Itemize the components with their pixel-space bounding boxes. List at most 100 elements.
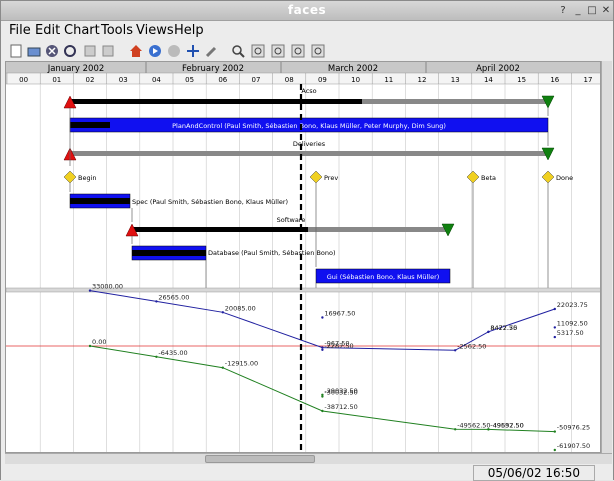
series-point	[454, 428, 457, 431]
gantt-vertical-scrollbar[interactable]	[601, 61, 612, 289]
milestone-done[interactable]	[541, 170, 555, 184]
week-label: 01	[52, 76, 61, 84]
milestone-beta[interactable]	[466, 170, 480, 184]
maximize-button[interactable]: □	[585, 4, 599, 17]
series-point	[553, 430, 556, 433]
zoom-fit-icon	[251, 44, 265, 58]
zoom-out-button[interactable]	[289, 42, 307, 60]
week-label: 12	[418, 76, 427, 84]
label-spec: Spec (Paul Smith, Sébastien Bono, Klaus …	[132, 198, 288, 206]
week-label: 16	[550, 76, 559, 84]
forward-icon	[149, 45, 161, 57]
save-button[interactable]	[81, 42, 99, 60]
milestone-begin[interactable]	[63, 170, 77, 184]
series-point	[321, 316, 324, 319]
series-point	[155, 300, 158, 303]
series-point	[487, 330, 490, 333]
toolbar	[1, 41, 613, 61]
close-button[interactable]	[43, 42, 61, 60]
app-window: faces ? _ □ ✕ File Edit Chart Tools View…	[0, 0, 614, 481]
bar-deliveries[interactable]	[70, 151, 548, 156]
forward-button[interactable]	[146, 42, 164, 60]
zoom-icon	[232, 45, 245, 58]
menu-views[interactable]: Views	[136, 23, 174, 38]
data-label: 8477.75	[490, 324, 517, 332]
series-point	[553, 335, 556, 339]
data-label: -50976.25	[557, 424, 590, 432]
series-point	[454, 349, 457, 352]
bar-acso-progress	[70, 99, 362, 104]
menu-help[interactable]: Help	[174, 23, 204, 38]
month-jan: January 2002	[47, 64, 105, 74]
data-label: 22023.75	[557, 301, 588, 309]
label-plan-and-control: PlanAndControl (Paul Smith, Sébastien Bo…	[172, 122, 446, 130]
reload-icon	[64, 45, 76, 57]
reload-button[interactable]	[61, 42, 79, 60]
menu-tools[interactable]: Tools	[101, 23, 133, 38]
data-label: 16967.50	[324, 310, 355, 318]
data-label: -49562.50	[457, 421, 490, 429]
data-label: 11092.50	[557, 319, 588, 327]
zoom-fit-button[interactable]	[249, 42, 267, 60]
month-header: January 2002 February 2002 March 2002 Ap…	[6, 62, 600, 85]
home-icon	[130, 45, 142, 57]
series-point	[221, 311, 224, 314]
series-point	[553, 307, 556, 311]
week-label: 02	[86, 76, 95, 84]
label-gui: Gui (Sébastien Bono, Klaus Müller)	[327, 273, 440, 281]
stop-button[interactable]	[165, 42, 183, 60]
zoom-out-icon	[291, 44, 305, 58]
label-beta: Beta	[481, 174, 496, 182]
menu-bar: File Edit Chart Tools Views Help	[1, 21, 613, 41]
title-bar: faces ? _ □ ✕	[1, 1, 613, 21]
zoom-in-icon	[271, 44, 285, 58]
data-label: 26565.00	[158, 293, 189, 301]
menu-chart[interactable]: Chart	[64, 23, 100, 38]
series-point	[155, 355, 158, 358]
close-icon	[46, 45, 58, 57]
series-point	[88, 289, 92, 292]
horizontal-scroll-thumb[interactable]	[205, 455, 315, 463]
series-line	[89, 345, 555, 433]
data-label: 0.00	[92, 338, 106, 346]
zoom-button[interactable]	[229, 42, 247, 60]
gantt-chart-canvas: January 2002 February 2002 March 2002 Ap…	[6, 62, 600, 452]
chart-area[interactable]: January 2002 February 2002 March 2002 Ap…	[5, 61, 601, 453]
help-window-button[interactable]: ?	[556, 4, 570, 17]
week-label: 17	[584, 76, 593, 84]
data-label: -49637.50	[490, 421, 523, 429]
data-label: -30032.50	[324, 389, 357, 397]
series-point	[553, 448, 556, 452]
month-feb: February 2002	[182, 64, 244, 74]
week-label: 00	[19, 76, 28, 84]
move-button[interactable]	[184, 42, 202, 60]
move-icon	[187, 45, 199, 57]
gantt-tasks: Acso PlanAndControl (Paul Smith, Sébasti…	[63, 87, 573, 290]
week-label: 11	[384, 76, 393, 84]
status-datetime: 05/06/02 16:50	[472, 465, 595, 481]
close-window-button[interactable]: ✕	[599, 4, 613, 17]
bar-database-progress	[132, 250, 206, 256]
menu-edit[interactable]: Edit	[35, 23, 60, 38]
bar-plan-and-control-progress	[70, 122, 110, 128]
zoom-in-button[interactable]	[269, 42, 287, 60]
open-button[interactable]	[25, 42, 43, 60]
home-button[interactable]	[127, 42, 145, 60]
menu-file[interactable]: File	[9, 23, 31, 38]
zoom-reset-button[interactable]	[309, 42, 327, 60]
series-point	[321, 395, 324, 398]
tool-button[interactable]	[203, 42, 221, 60]
horizontal-scrollbar[interactable]	[5, 453, 612, 464]
series-point	[221, 366, 224, 369]
data-label: -967.50	[324, 340, 349, 348]
open-icon	[27, 47, 41, 57]
data-label: -2562.50	[457, 342, 486, 350]
graph-vertical-scrollbar[interactable]	[601, 289, 612, 453]
week-label: 03	[119, 76, 128, 84]
new-button[interactable]	[7, 42, 25, 60]
new-icon	[10, 44, 22, 58]
milestone-prev[interactable]	[309, 170, 323, 184]
minimize-button[interactable]: _	[571, 4, 585, 17]
save-as-button[interactable]	[99, 42, 117, 60]
week-label: 07	[252, 76, 261, 84]
